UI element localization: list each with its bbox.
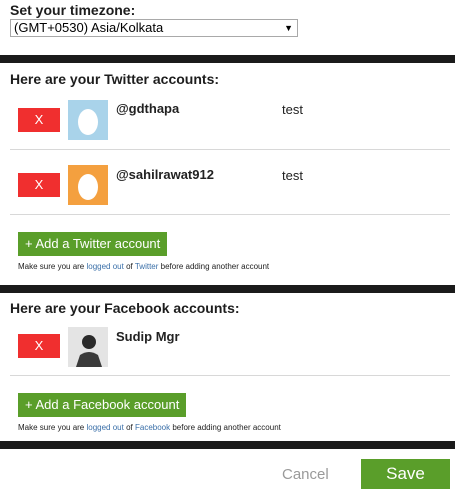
row-separator <box>10 149 450 150</box>
note-text: before adding another account <box>170 423 281 432</box>
timezone-select[interactable]: (GMT+0530) Asia/Kolkata ▼ <box>10 19 298 37</box>
twitter-note: Make sure you are logged out of Twitter … <box>18 262 269 271</box>
timezone-select-value: (GMT+0530) Asia/Kolkata <box>14 20 164 35</box>
note-text: Make sure you are <box>18 423 87 432</box>
note-text: of <box>123 262 135 271</box>
facebook-heading: Here are your Facebook accounts: <box>10 300 240 316</box>
note-text: of <box>123 423 135 432</box>
save-button[interactable]: Save <box>361 459 450 489</box>
twitter-handle: @sahilrawat912 <box>116 167 214 182</box>
twitter-handle: @gdthapa <box>116 101 180 116</box>
facebook-avatar <box>68 327 108 367</box>
add-facebook-account-button[interactable]: + Add a Facebook account <box>18 393 187 417</box>
twitter-section: Here are your Twitter accounts: X @gdtha… <box>0 63 455 285</box>
timezone-section: Set your timezone: (GMT+0530) Asia/Kolka… <box>0 0 455 55</box>
twitter-account-label: test <box>282 168 303 183</box>
egg-avatar-icon <box>78 109 98 135</box>
section-divider <box>0 55 455 63</box>
delete-twitter-account-button[interactable]: X <box>18 173 60 197</box>
note-text: Make sure you are <box>18 262 87 271</box>
profile-photo <box>68 327 108 367</box>
egg-avatar-icon <box>78 174 98 200</box>
note-text: before adding another account <box>158 262 270 271</box>
twitter-heading: Here are your Twitter accounts: <box>10 71 220 87</box>
logged-out-link[interactable]: logged out <box>86 262 123 271</box>
facebook-link[interactable]: Facebook <box>135 423 170 432</box>
row-separator <box>10 214 450 215</box>
twitter-avatar <box>68 100 108 140</box>
dropdown-arrow-icon: ▼ <box>284 23 293 33</box>
facebook-account-name: Sudip Mgr <box>116 329 180 344</box>
delete-twitter-account-button[interactable]: X <box>18 108 60 132</box>
section-divider <box>0 285 455 293</box>
delete-facebook-account-button[interactable]: X <box>18 334 60 358</box>
twitter-account-label: test <box>282 102 303 117</box>
cancel-button[interactable]: Cancel <box>282 466 329 483</box>
twitter-link[interactable]: Twitter <box>135 262 159 271</box>
row-separator <box>10 375 450 376</box>
facebook-note: Make sure you are logged out of Facebook… <box>18 423 281 432</box>
logged-out-link[interactable]: logged out <box>86 423 123 432</box>
facebook-section: Here are your Facebook accounts: X Sudip… <box>0 293 455 441</box>
section-divider <box>0 441 455 449</box>
twitter-avatar <box>68 165 108 205</box>
add-twitter-account-button[interactable]: + Add a Twitter account <box>18 232 168 256</box>
timezone-heading: Set your timezone: <box>10 2 136 18</box>
